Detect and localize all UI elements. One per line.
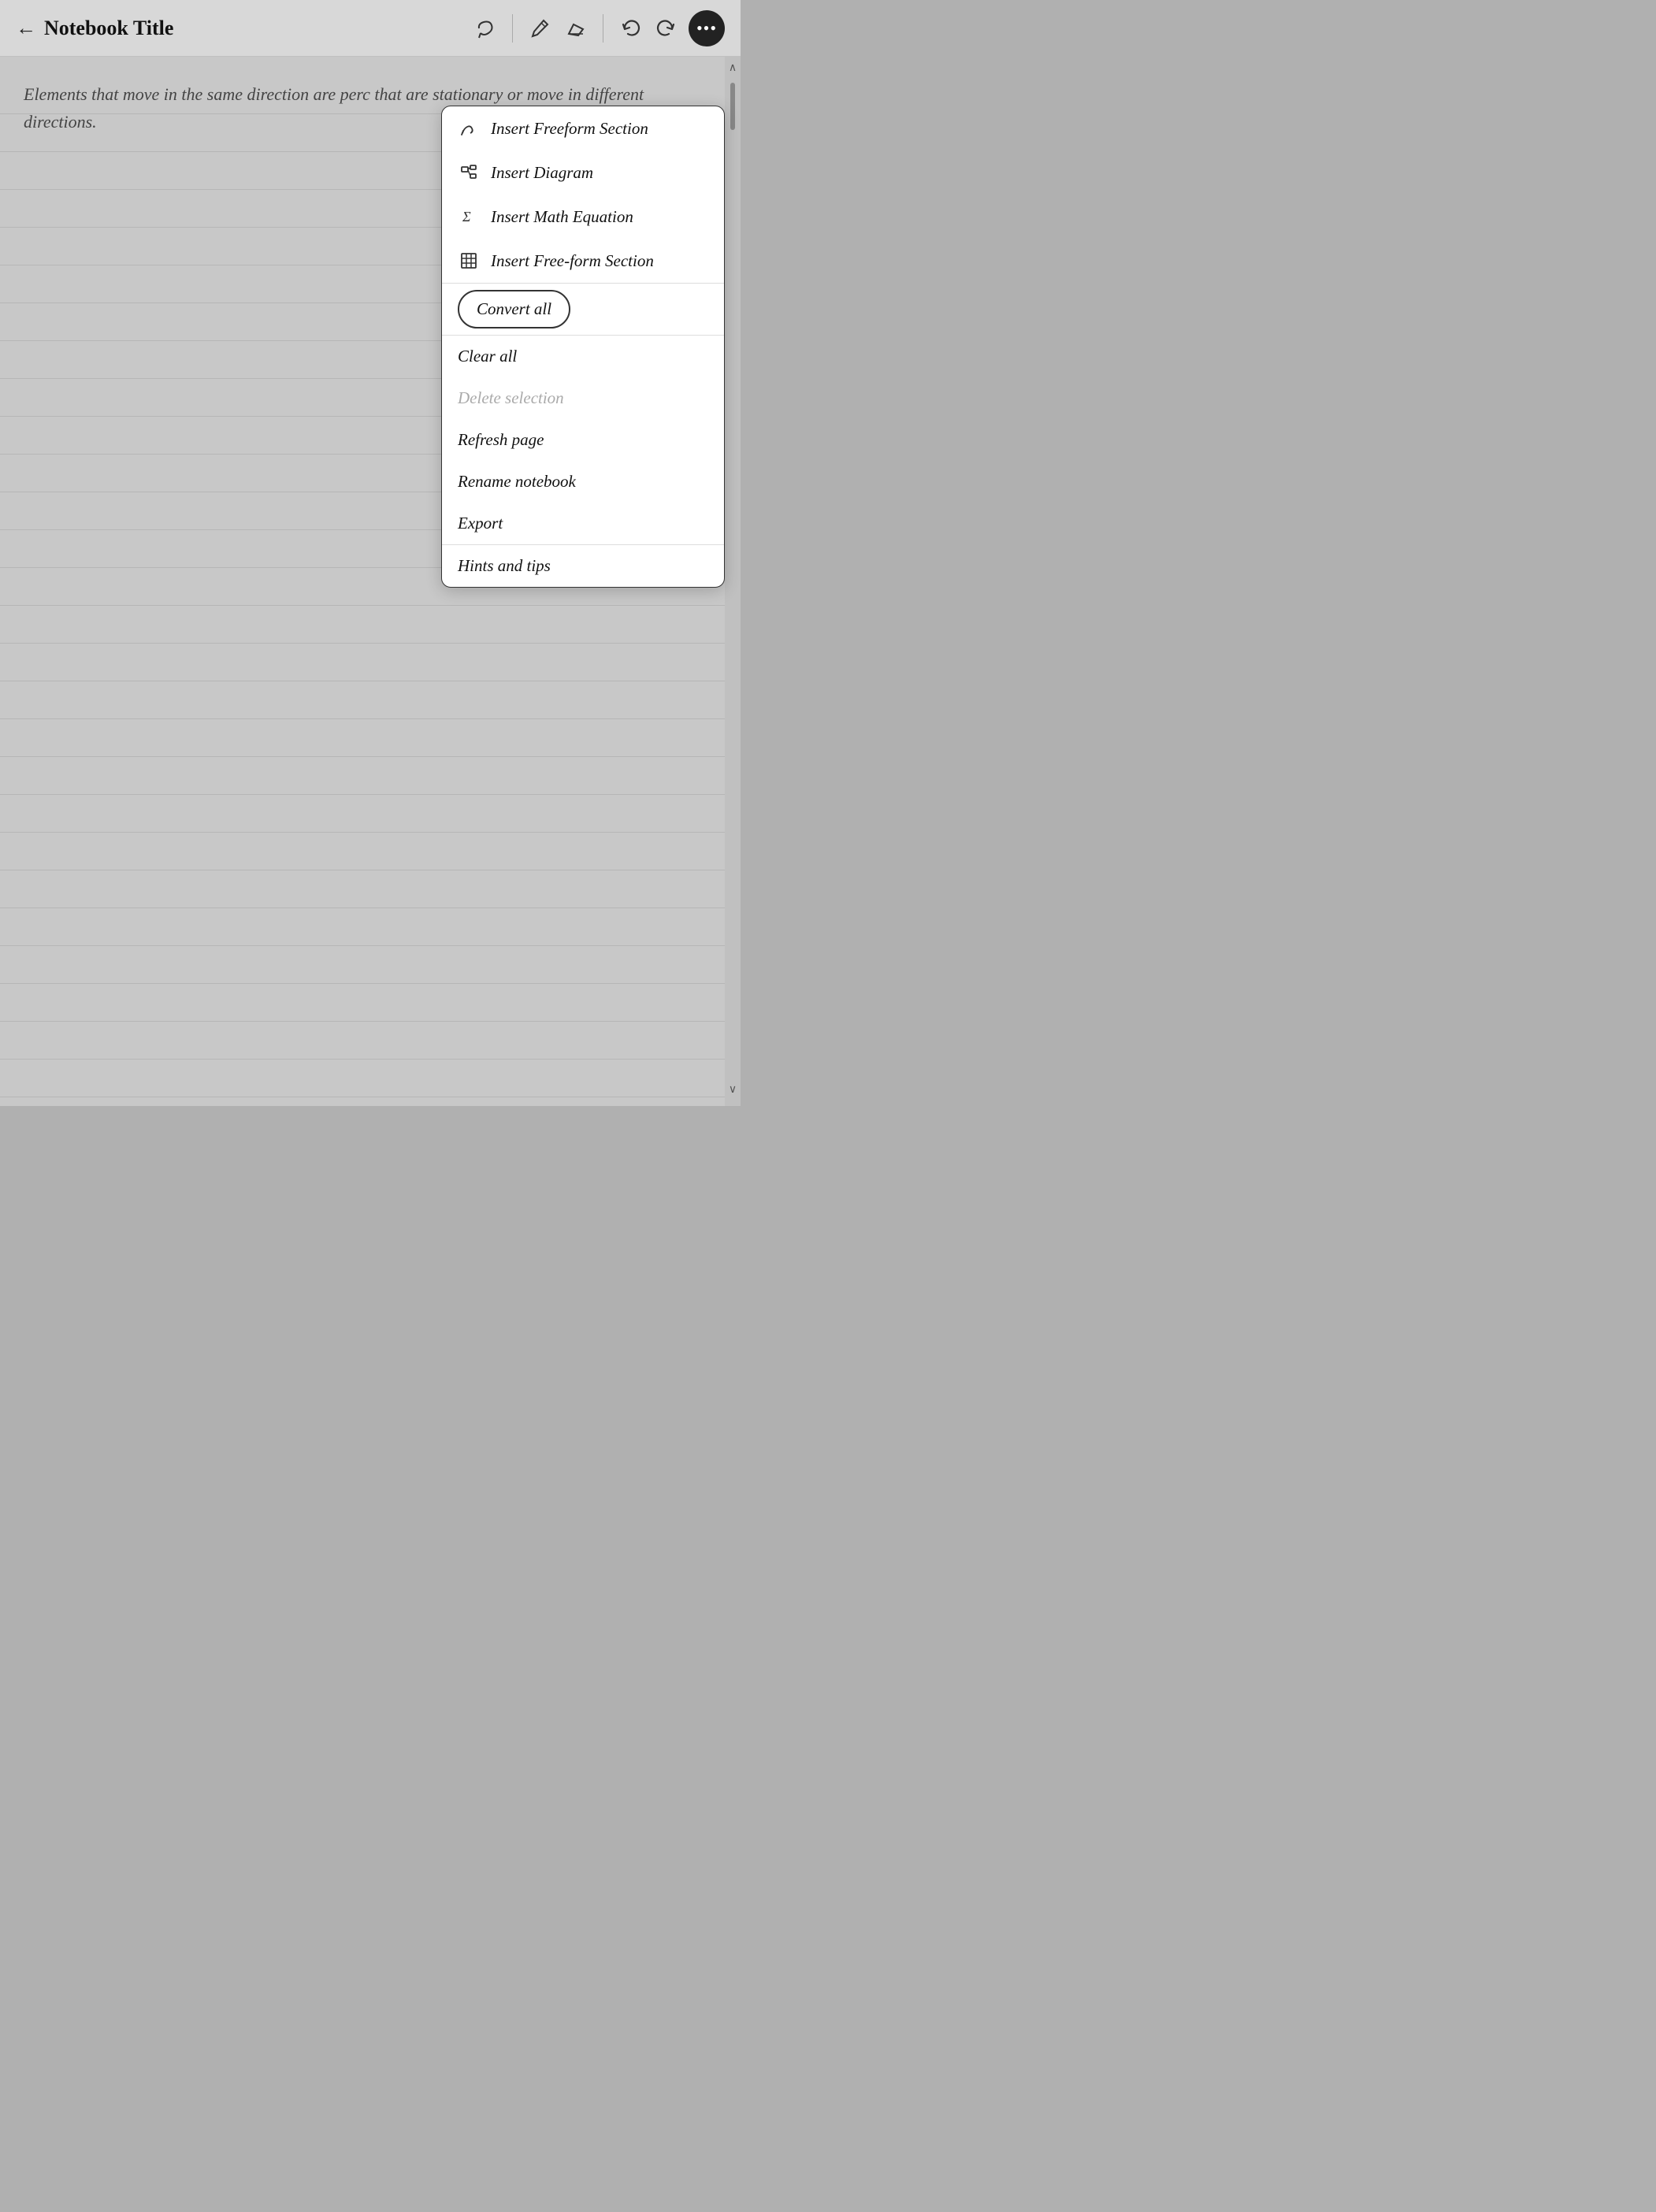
- scrollbar-up-arrow[interactable]: ∧: [729, 57, 737, 80]
- grid-icon: [458, 250, 480, 272]
- convert-all-label: Convert all: [477, 299, 551, 319]
- diagram-icon: [458, 161, 480, 184]
- convert-all-button[interactable]: Convert all: [458, 290, 570, 328]
- menu-item-clear-all[interactable]: Clear all: [442, 336, 724, 377]
- ruled-line: [0, 756, 725, 757]
- convert-all-wrapper: Convert all: [442, 284, 724, 336]
- toolbar-divider-1: [512, 14, 513, 43]
- pen-icon[interactable]: [524, 13, 555, 44]
- menu-insert-section: Insert Freeform Section Insert Diagram: [442, 106, 724, 284]
- menu-item-rename-notebook[interactable]: Rename notebook: [442, 461, 724, 503]
- dropdown-menu: Insert Freeform Section Insert Diagram: [441, 106, 725, 588]
- eraser-icon[interactable]: [560, 13, 592, 44]
- redo-button[interactable]: [651, 13, 682, 44]
- menu-label-insert-diagram: Insert Diagram: [491, 163, 708, 183]
- ruled-line: [0, 1021, 725, 1022]
- ruled-line: [0, 832, 725, 833]
- menu-label-clear-all: Clear all: [458, 347, 708, 366]
- math-icon: Σ: [458, 206, 480, 228]
- menu-actions-section: Clear all Delete selection Refresh page …: [442, 336, 724, 545]
- notebook-title: Notebook Title: [44, 17, 173, 40]
- menu-item-delete-selection: Delete selection: [442, 377, 724, 419]
- toolbar: ← Notebook Title: [0, 0, 741, 57]
- scrollbar-track: ∧ ∨: [725, 57, 741, 1106]
- menu-item-insert-math[interactable]: Σ Insert Math Equation: [442, 195, 724, 239]
- menu-item-export[interactable]: Export: [442, 503, 724, 544]
- scrollbar-down-arrow[interactable]: ∨: [729, 1078, 737, 1101]
- menu-label-insert-math: Insert Math Equation: [491, 207, 708, 227]
- ruled-line: [0, 1059, 725, 1060]
- menu-item-insert-diagram[interactable]: Insert Diagram: [442, 150, 724, 195]
- svg-text:Σ: Σ: [462, 209, 471, 225]
- undo-button[interactable]: [615, 13, 646, 44]
- menu-hints-section: Hints and tips: [442, 545, 724, 587]
- menu-label-delete-selection: Delete selection: [458, 388, 708, 408]
- ruled-line: [0, 794, 725, 795]
- menu-label-refresh-page: Refresh page: [458, 430, 708, 450]
- menu-item-hints[interactable]: Hints and tips: [442, 545, 724, 587]
- ruled-line: [0, 945, 725, 946]
- menu-label-hints: Hints and tips: [458, 556, 708, 576]
- ruled-line: [0, 718, 725, 719]
- ruled-line: [0, 907, 725, 908]
- menu-label-export: Export: [458, 514, 708, 533]
- scrollbar-thumb[interactable]: [730, 83, 735, 130]
- ruled-line: [0, 605, 725, 606]
- freeform-icon: [458, 117, 480, 139]
- menu-item-refresh-page[interactable]: Refresh page: [442, 419, 724, 461]
- toolbar-center: [470, 13, 682, 44]
- menu-label-insert-freeform: Insert Freeform Section: [491, 119, 708, 139]
- menu-item-insert-freeform[interactable]: Insert Freeform Section: [442, 106, 724, 150]
- more-dots-icon: •••: [696, 20, 717, 37]
- menu-label-insert-freeform-section: Insert Free-form Section: [491, 251, 708, 271]
- menu-label-rename-notebook: Rename notebook: [458, 472, 708, 492]
- menu-item-insert-freeform-section[interactable]: Insert Free-form Section: [442, 239, 724, 283]
- ruled-line: [0, 983, 725, 984]
- notebook-area: Elements that move in the same direction…: [0, 57, 741, 1106]
- toolbar-left: ← Notebook Title: [16, 17, 470, 40]
- ruled-line: [0, 643, 725, 644]
- toolbar-right: •••: [689, 10, 725, 46]
- more-button[interactable]: •••: [689, 10, 725, 46]
- back-button[interactable]: ←: [16, 17, 36, 40]
- lasso-icon[interactable]: [470, 13, 501, 44]
